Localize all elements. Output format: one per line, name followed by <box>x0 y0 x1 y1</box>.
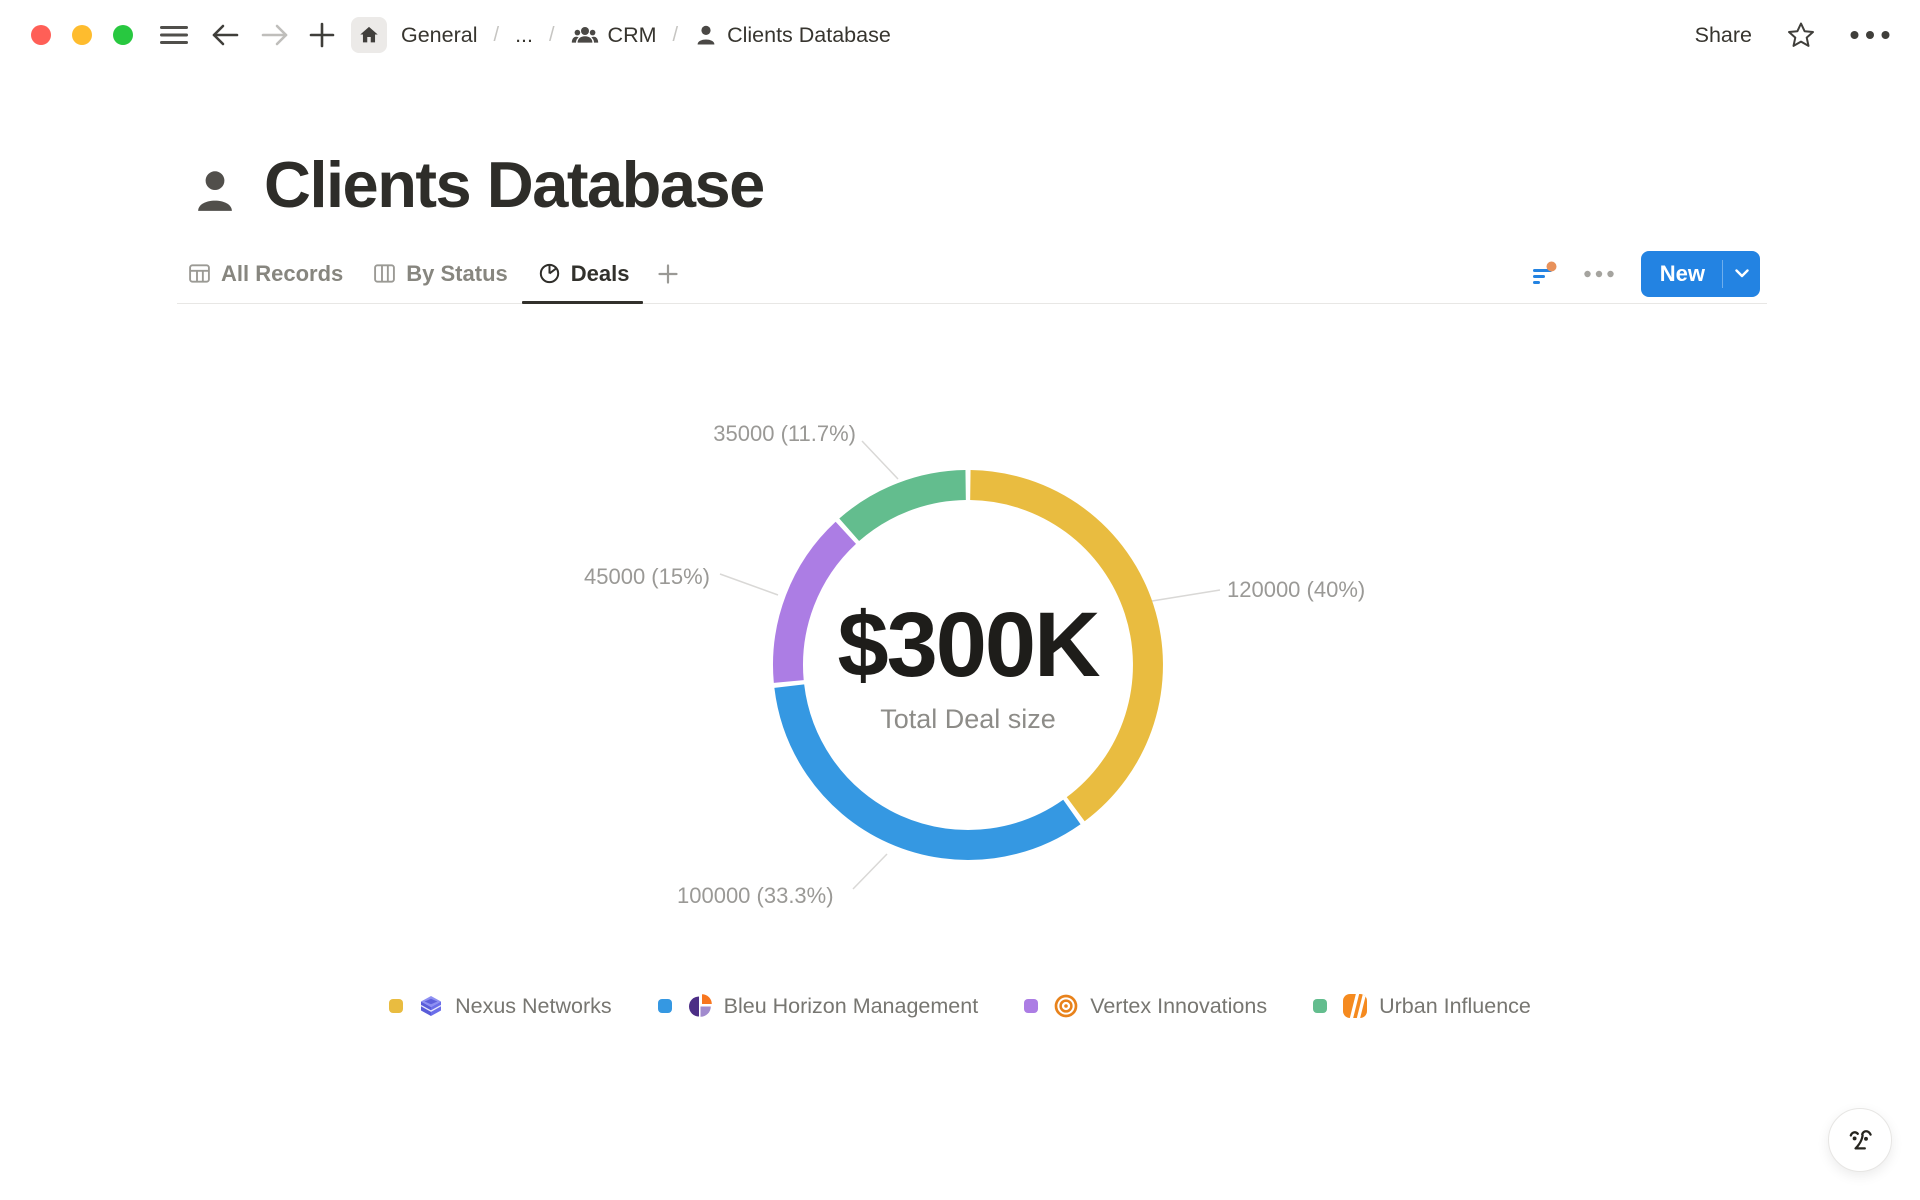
legend-swatch <box>1313 999 1327 1013</box>
legend-item-bleu-horizon-management[interactable]: Bleu Horizon Management <box>658 993 979 1019</box>
home-button[interactable] <box>351 17 387 53</box>
legend-item-urban-influence[interactable]: Urban Influence <box>1313 993 1531 1019</box>
legend-item-vertex-innovations[interactable]: Vertex Innovations <box>1024 993 1267 1019</box>
filter-sort-button[interactable] <box>1531 261 1557 287</box>
chart-center: $300K Total Deal size <box>768 599 1168 735</box>
legend-item-nexus-networks[interactable]: Nexus Networks <box>389 993 612 1019</box>
back-icon[interactable] <box>211 23 239 47</box>
slice-label-vertex-innovations: 45000 (15%) <box>584 564 710 590</box>
chart-total-value: $300K <box>768 599 1168 693</box>
window-titlebar: General / ... / CRM / Clients Database S… <box>0 0 1920 70</box>
breadcrumb: General / ... / CRM / Clients Database <box>397 23 895 48</box>
add-view-button[interactable] <box>657 244 679 303</box>
new-page-icon[interactable] <box>309 22 335 48</box>
sidebar-menu-icon[interactable] <box>159 23 189 47</box>
legend-swatch <box>658 999 672 1013</box>
breadcrumb-clients-database[interactable]: Clients Database <box>690 23 895 48</box>
more-options-icon[interactable] <box>1850 30 1890 40</box>
plus-icon <box>657 263 679 285</box>
new-record-split-button: New <box>1641 251 1760 297</box>
team-icon <box>571 23 599 47</box>
tab-deals[interactable]: Deals <box>538 244 630 303</box>
legend-swatch <box>1024 999 1038 1013</box>
bleu-horizon-logo-icon <box>687 993 713 1019</box>
new-record-button[interactable]: New <box>1641 251 1722 297</box>
breadcrumb-separator: / <box>537 24 567 47</box>
board-icon <box>373 262 396 285</box>
favorite-star-icon[interactable] <box>1786 20 1816 50</box>
traffic-lights <box>31 25 133 45</box>
breadcrumb-separator: / <box>482 24 512 47</box>
forward-icon[interactable] <box>261 23 289 47</box>
legend-swatch <box>389 999 403 1013</box>
ai-face-icon <box>1842 1122 1878 1158</box>
share-button[interactable]: Share <box>1695 23 1752 48</box>
tab-all-records[interactable]: All Records <box>188 244 343 303</box>
filter-lines-icon <box>1531 261 1557 287</box>
nexus-networks-logo-icon <box>418 993 444 1019</box>
person-icon <box>192 165 238 217</box>
slice-urban-influence[interactable] <box>849 485 965 530</box>
new-record-dropdown-button[interactable] <box>1723 251 1760 297</box>
breadcrumb-ellipsis[interactable]: ... <box>511 23 537 48</box>
slice-label-bleu-horizon-management: 100000 (33.3%) <box>677 883 834 909</box>
person-icon <box>694 23 718 47</box>
notion-ai-button[interactable] <box>1828 1108 1892 1172</box>
chart-total-subtitle: Total Deal size <box>768 704 1168 735</box>
chart-legend: Nexus Networks Bleu Horizon Management V… <box>0 993 1920 1019</box>
view-options-icon[interactable] <box>1584 270 1614 278</box>
close-window-button[interactable] <box>31 25 51 45</box>
notification-dot <box>1546 261 1556 271</box>
chevron-down-icon <box>1735 269 1749 278</box>
page-header: Clients Database <box>192 152 764 217</box>
page-title: Clients Database <box>264 152 764 217</box>
vertex-innovations-logo-icon <box>1053 993 1079 1019</box>
home-icon <box>358 24 380 46</box>
view-tabs-bar: All Records By Status Deals New <box>177 244 1767 304</box>
tab-by-status[interactable]: By Status <box>373 244 507 303</box>
breadcrumb-general[interactable]: General <box>397 23 482 48</box>
slice-label-urban-influence: 35000 (11.7%) <box>713 421 856 447</box>
slice-label-nexus-networks: 120000 (40%) <box>1227 577 1365 603</box>
breadcrumb-separator: / <box>661 24 691 47</box>
urban-influence-logo-icon <box>1342 993 1368 1019</box>
pie-chart-icon <box>538 262 561 285</box>
table-icon <box>188 262 211 285</box>
minimize-window-button[interactable] <box>72 25 92 45</box>
zoom-window-button[interactable] <box>113 25 133 45</box>
breadcrumb-crm[interactable]: CRM <box>567 23 661 48</box>
